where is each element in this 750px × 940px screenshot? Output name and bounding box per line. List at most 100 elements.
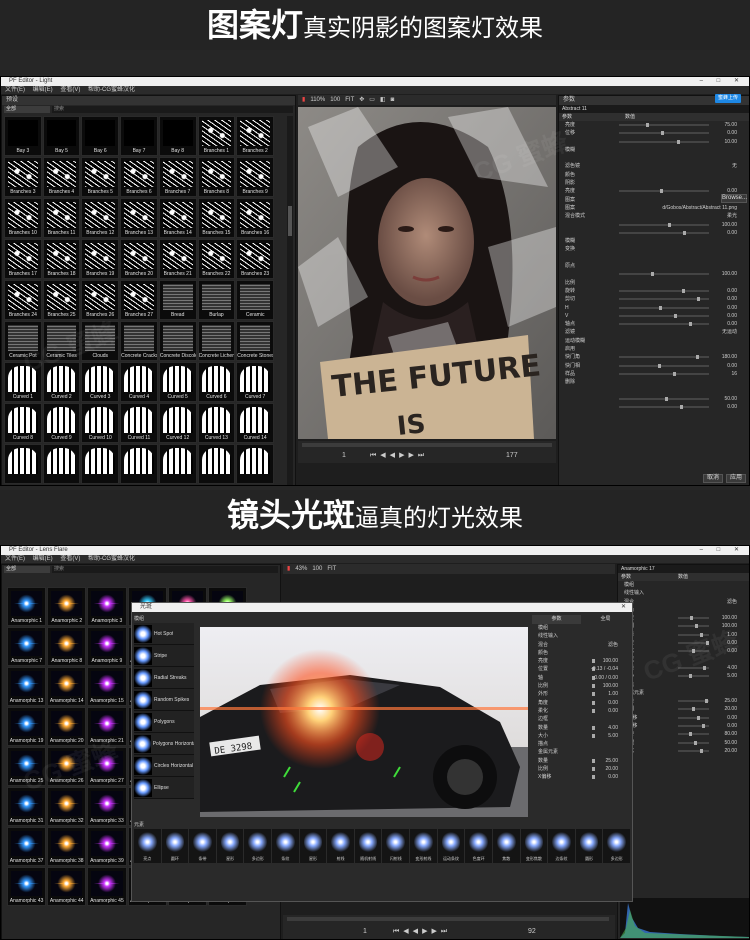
parameter-value[interactable]: 100.00 [722,614,737,622]
strip-element[interactable]: 圆形 [575,829,603,863]
gobo-preset[interactable]: Ceramic Tiles [42,321,81,361]
gobo-preset[interactable]: Branches 22 [197,239,236,279]
gobo-preset[interactable]: Branches 6 [120,157,158,197]
parameter-row[interactable]: 模组 [532,624,630,632]
flare-preset[interactable]: Anamorphic 2 [47,587,87,626]
presets-search-input[interactable]: 搜索 [52,106,293,113]
parameter-row[interactable]: X偏移0.00 [618,714,749,722]
parameter-value[interactable]: 0.00 [727,304,737,312]
menu-file[interactable]: 文件(E) [5,87,25,93]
parameter-row[interactable]: 颜色 [532,649,630,657]
parameter-value[interactable]: 5.00 [608,732,618,740]
strip-element[interactable]: 射线 [327,829,354,863]
slider-knob[interactable] [676,139,680,144]
flare-preset[interactable]: Anamorphic 45 [87,867,127,906]
gobo-preset[interactable] [120,444,158,484]
gobo-preset[interactable]: Branches 25 [42,280,81,320]
parameter-value[interactable]: 20.00 [605,765,618,773]
slider-knob[interactable] [592,708,595,713]
gobo-preset[interactable]: Bay 3 [4,116,42,156]
parameter-value[interactable]: 无运动 [722,328,737,336]
parameter-row[interactable]: 数量4.00 [618,664,749,672]
parameter-row[interactable]: 滤色镜 无 [559,162,749,170]
zoom-100-button[interactable]: 100 [330,95,340,105]
parameter-value[interactable]: 5.00 [727,672,737,680]
upload-badge[interactable]: 蜜蜂上传 [714,94,741,103]
slider-knob[interactable] [592,700,595,705]
parameter-value[interactable]: 0.00 [608,773,618,781]
close-icon[interactable]: ✕ [621,603,626,612]
gobo-preset[interactable] [158,444,197,484]
strip-element[interactable]: 条带 [189,829,216,863]
element-item[interactable]: Polygons Horizontal [134,733,194,755]
gobo-preset[interactable]: Branches 16 [236,198,274,238]
strip-element[interactable]: 星形 [216,829,244,863]
parameter-row[interactable]: Y偏移0.00 [618,722,749,730]
slider-knob[interactable] [689,732,693,737]
parameter-row[interactable]: 原点 [559,262,749,270]
slider-knob[interactable] [646,123,649,127]
viewer-canvas[interactable]: THE FUTURE IS [298,107,556,439]
parameter-row[interactable]: 轴点 0.00 [559,320,749,328]
flare-preset[interactable]: Anamorphic 8 [47,627,87,666]
strip-element[interactable]: 条纹 [272,829,299,863]
parameter-value[interactable]: 100.00 [722,622,737,630]
gobo-preset[interactable]: Curved 2 [42,362,81,402]
parameter-value[interactable]: 0.00 [727,229,737,237]
car-preview[interactable]: DE 3298 [200,627,528,817]
tab-global[interactable]: 全局 [581,615,630,624]
parameter-row[interactable]: 模糊 [559,237,749,245]
gobo-preset[interactable]: Curved 10 [81,403,120,443]
gobo-preset[interactable] [197,444,236,484]
slider-knob[interactable] [696,355,700,360]
slider-knob[interactable] [680,405,684,410]
parameter-row[interactable]: 混合模式 柔光 [559,212,749,220]
parameter-value[interactable]: 0.00 [727,287,737,295]
presets-search-input[interactable]: 搜索 [52,566,278,573]
flare-preset[interactable]: Anamorphic 21 [87,707,127,746]
slider-knob[interactable] [694,740,698,745]
strip-element[interactable]: 变形射线 [410,829,437,863]
window-controls[interactable]: ‒ □ ✕ [700,77,745,86]
parameter-slider[interactable] [678,624,709,629]
parameter-row[interactable]: 外形1.00 [618,631,749,639]
window-controls[interactable]: ‒ □ ✕ [700,546,745,555]
parameter-row[interactable]: 大小5.00 [618,672,749,680]
camera-icon[interactable]: ◙ [391,95,395,105]
gobo-preset[interactable]: Bay 5 [42,116,81,156]
gobo-preset[interactable]: Branches 1 [197,116,236,156]
parameter-row[interactable]: 样品 16 [559,370,749,378]
parameter-value[interactable]: 0.00 [727,714,737,722]
parameter-row[interactable]: 柔化20.00 [618,747,749,755]
gobo-preset[interactable]: Clouds [81,321,120,361]
menu-help[interactable]: 帮助-CG蜜蜂汉化 [88,556,135,562]
parameter-row[interactable]: 滤镜 无运动 [559,328,749,336]
flare-preset[interactable]: Anamorphic 7 [7,627,47,666]
parameter-slider[interactable] [678,715,709,720]
parameter-row[interactable]: 数量4.00 [532,724,630,732]
gobo-preset[interactable] [81,444,120,484]
menu-file[interactable]: 文件(E) [5,556,25,562]
parameter-row[interactable]: 亮度 100.00 [532,657,630,665]
flare-preset[interactable]: Anamorphic 15 [87,667,127,706]
parameter-row[interactable]: 描点 [532,740,630,748]
parameter-row[interactable]: 位置 -0.13 / -0.04 [532,665,630,673]
gobo-preset[interactable]: Branches 5 [81,157,120,197]
gobo-preset[interactable]: Branches 18 [42,239,81,279]
parameter-row[interactable]: 轴 0.00 / 0.00 [532,674,630,682]
flare-preset[interactable]: Anamorphic 20 [47,707,87,746]
parameter-row[interactable]: 数量25.00 [618,697,749,705]
element-item[interactable]: Ellipse [134,777,194,799]
zoom-level[interactable]: 110% [310,95,325,105]
slider-knob[interactable] [592,758,595,763]
tab-params[interactable]: 参数 [532,615,581,624]
slider-knob[interactable] [657,363,661,368]
slider-knob[interactable] [705,641,709,646]
parameter-row[interactable]: 0.00 [559,229,749,237]
slider-knob[interactable] [689,616,693,621]
parameter-slider[interactable] [619,355,709,360]
flare-preset[interactable]: Anamorphic 37 [7,827,47,866]
menu-edit[interactable]: 编辑(E) [33,87,53,93]
gobo-preset[interactable]: Ceramic Pot [4,321,42,361]
gobo-preset[interactable]: Bay 7 [120,116,158,156]
